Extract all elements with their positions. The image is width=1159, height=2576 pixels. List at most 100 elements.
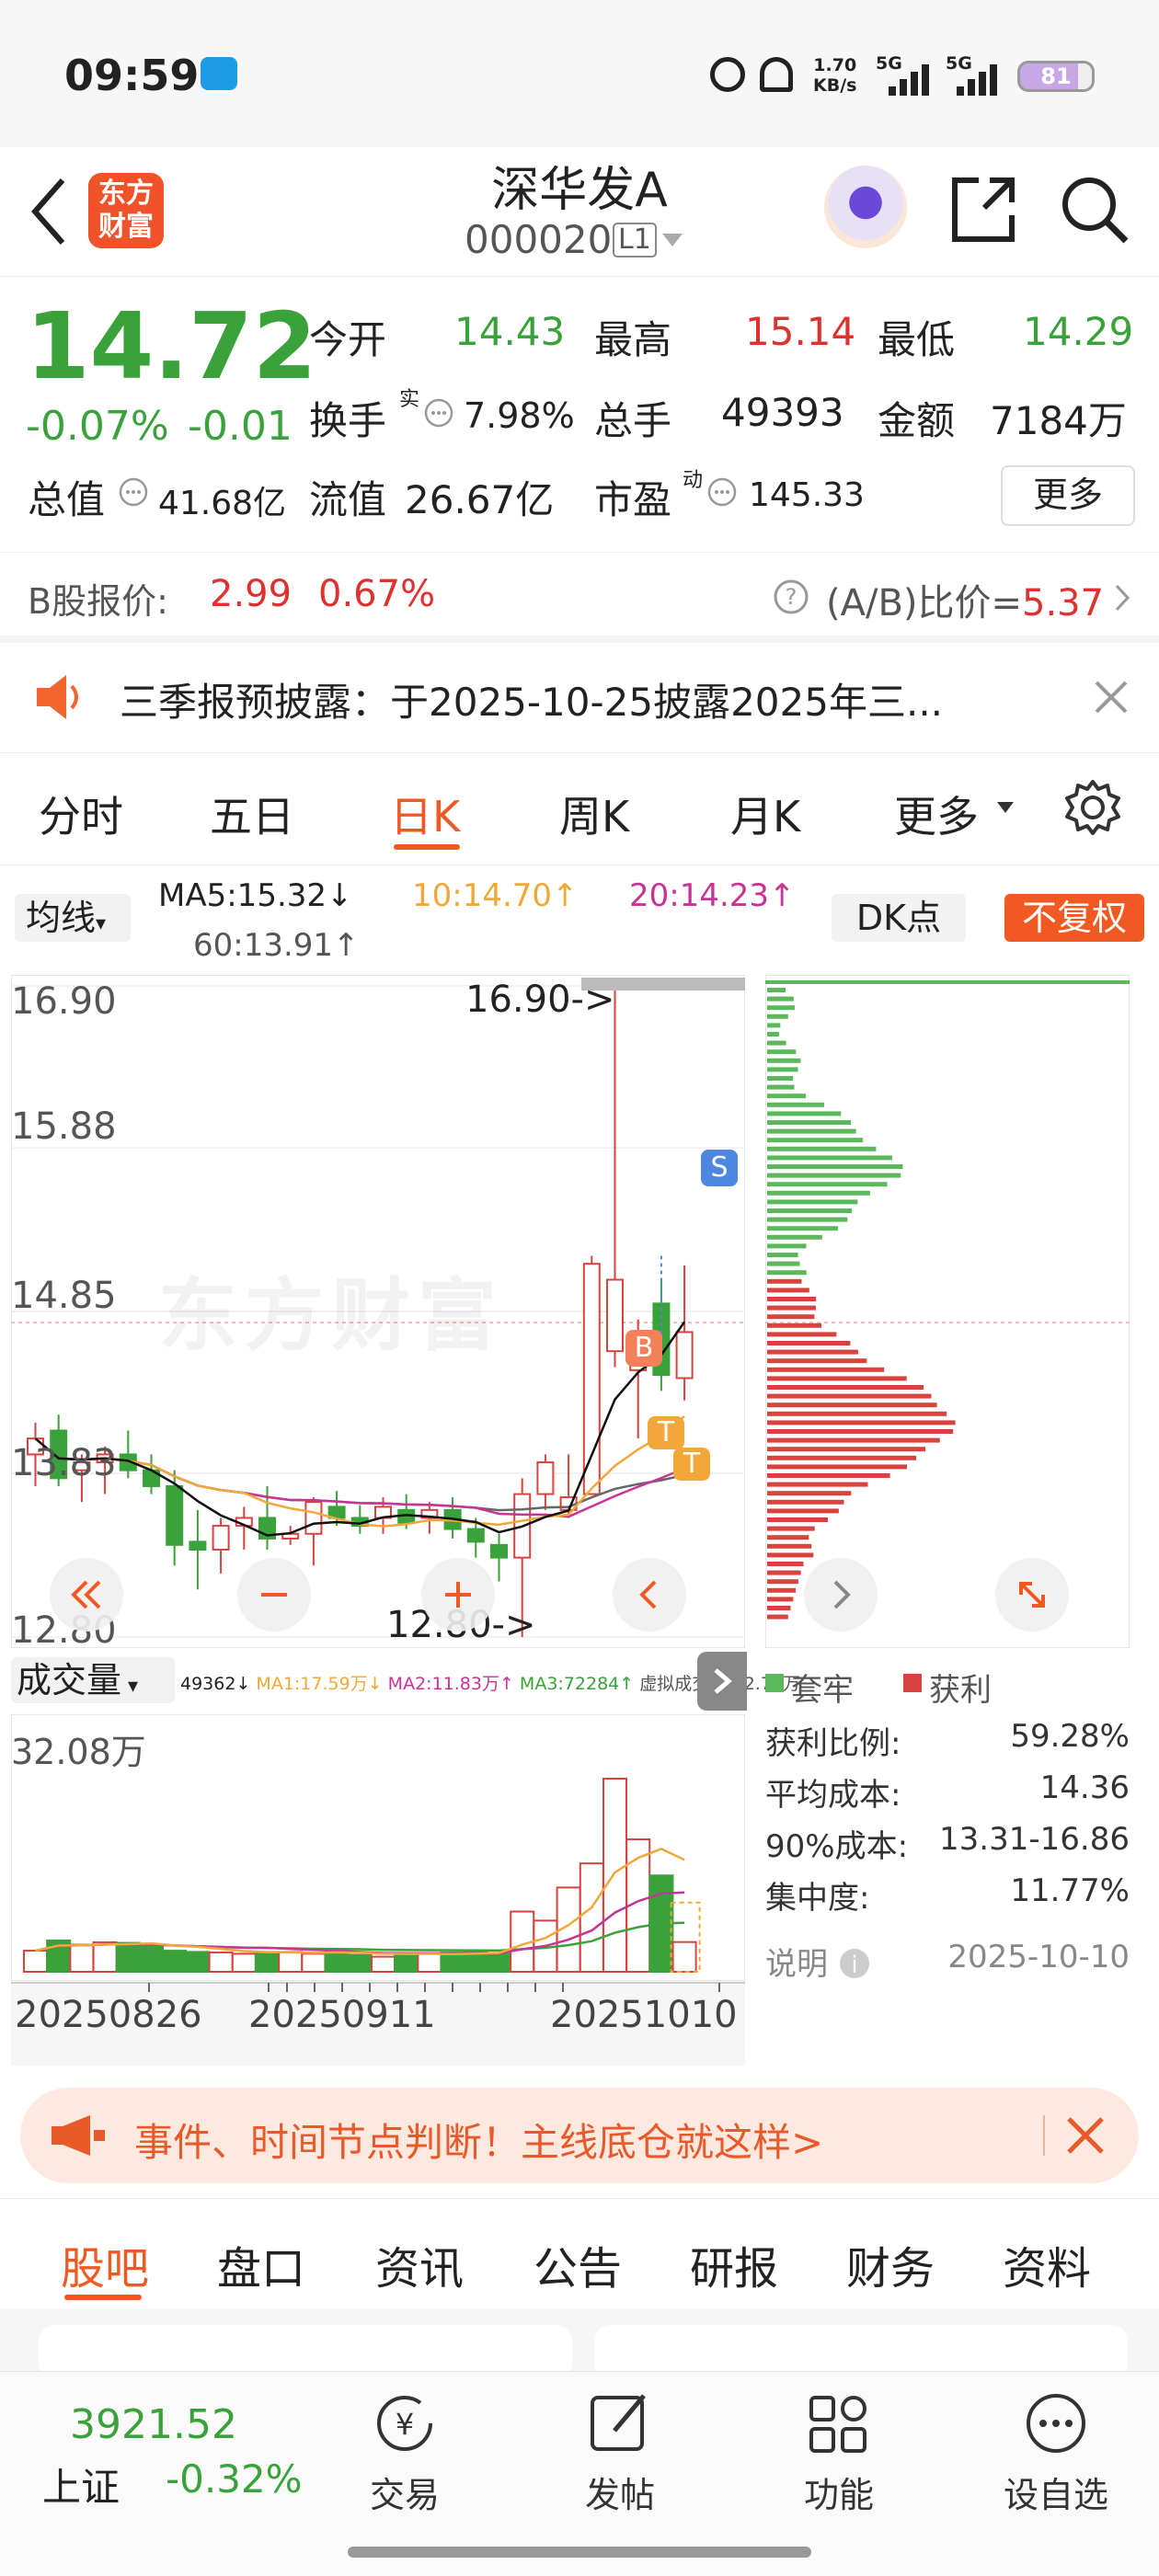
- no-adjust-button[interactable]: 不复权: [1004, 894, 1144, 942]
- tab-announcement[interactable]: 公告: [534, 2232, 622, 2296]
- ma-selector[interactable]: 均线▾: [15, 894, 131, 942]
- index-change[interactable]: -0.32%: [166, 2456, 303, 2502]
- tab-more[interactable]: 更多: [894, 784, 979, 844]
- chip-bar: [767, 1058, 801, 1063]
- volume-bar: [324, 1950, 350, 1974]
- volume-bar: [231, 1952, 257, 1974]
- chip-bar: [767, 1084, 795, 1090]
- info-dots-icon[interactable]: [423, 397, 454, 429]
- caret-down-icon[interactable]: [660, 232, 684, 248]
- vol-value: 49362↓: [180, 1674, 251, 1694]
- chip-expand-button[interactable]: [995, 1558, 1069, 1631]
- caret-down-icon[interactable]: [995, 800, 1016, 815]
- content-tabs: 股吧 盘口 资讯 公告 研报 财务 资料: [0, 2198, 1159, 2309]
- scroll-left-fast-button[interactable]: [50, 1558, 123, 1631]
- tab-finance[interactable]: 财务: [846, 2232, 935, 2296]
- help-icon[interactable]: ?: [773, 578, 809, 615]
- sell-signal-badge[interactable]: S: [701, 1150, 738, 1186]
- y-label-4: 13.83: [11, 1442, 117, 1484]
- tab-monthly-k[interactable]: 月K: [730, 784, 800, 844]
- nav-trade[interactable]: ¥ 交易: [340, 2388, 469, 2517]
- more-button[interactable]: 更多: [1001, 465, 1135, 526]
- nav-trade-label: 交易: [369, 2475, 440, 2515]
- index-value[interactable]: 3921.52: [70, 2401, 237, 2448]
- close-icon[interactable]: [1093, 679, 1130, 716]
- scroll-left-button[interactable]: [613, 1558, 686, 1631]
- indicator-selector[interactable]: 成交量 ▾: [11, 1657, 175, 1703]
- chip-bar: [767, 1543, 812, 1549]
- chip-bar: [767, 1367, 885, 1372]
- tab-daily-k[interactable]: 日K: [390, 784, 460, 844]
- robot-avatar-icon[interactable]: [824, 166, 907, 248]
- tab-five-day[interactable]: 五日: [210, 784, 294, 844]
- chip-legend: 套牢 获利: [765, 1661, 1130, 1709]
- dk-point-button[interactable]: DK点: [832, 894, 966, 942]
- tab-guba[interactable]: 股吧: [61, 2232, 149, 2296]
- gear-icon[interactable]: [1063, 778, 1122, 837]
- y-label-2: 15.88: [11, 1105, 117, 1148]
- t-signal-badge[interactable]: T: [673, 1448, 710, 1481]
- chip-svg: [765, 975, 1130, 1648]
- zoom-in-button[interactable]: [421, 1558, 495, 1631]
- b-share-pct: 0.67%: [318, 573, 436, 615]
- chip-bar: [767, 1199, 858, 1205]
- chip-bar: [767, 1491, 852, 1496]
- tab-weekly-k[interactable]: 周K: [559, 784, 629, 844]
- nav-add-watchlist[interactable]: 设自选: [992, 2388, 1120, 2517]
- chip-bar: [767, 1067, 798, 1072]
- tab-profile[interactable]: 资料: [1003, 2232, 1091, 2296]
- search-icon[interactable]: [1058, 173, 1131, 246]
- chip-bar: [767, 1526, 815, 1531]
- tab-minute[interactable]: 分时: [39, 784, 123, 844]
- chip-note[interactable]: 说明 i: [765, 1939, 871, 1984]
- tab-research[interactable]: 研报: [690, 2232, 778, 2296]
- close-icon[interactable]: [1065, 2115, 1106, 2156]
- chip-bar: [767, 1288, 809, 1293]
- volume-bar: [185, 1951, 211, 1974]
- kline-chart[interactable]: 东方财富 16.90 15.88 14.85 13.83 12.80 16.90…: [11, 975, 745, 1652]
- index-name[interactable]: 上证: [42, 2456, 120, 2513]
- chip-distribution[interactable]: [765, 975, 1130, 1648]
- mute-icon: [760, 57, 793, 92]
- volume-max-label: 32.08万: [11, 1732, 146, 1772]
- candle: [536, 1461, 555, 1495]
- expand-indicator-button[interactable]: [697, 1652, 747, 1711]
- volume-bar: [347, 1953, 373, 1974]
- volume-chart[interactable]: 32.08万: [11, 1714, 745, 1981]
- zoom-out-button[interactable]: [237, 1558, 311, 1631]
- chip-bar: [767, 1102, 825, 1107]
- chevron-left-icon: [639, 1580, 657, 1609]
- volume-bar: [69, 1943, 95, 1973]
- legend-trapped: 套牢: [791, 1672, 854, 1709]
- info-dots-icon[interactable]: [706, 476, 738, 508]
- more-dots-icon: [1027, 2394, 1085, 2453]
- status-time: 09:59: [64, 51, 200, 100]
- promo-banner[interactable]: 事件、时间节点判断！主线底仓就这样>: [20, 2088, 1139, 2183]
- turnover-sup: 实: [399, 388, 420, 411]
- chip-next-button[interactable]: [804, 1558, 878, 1631]
- share-icon[interactable]: [947, 175, 1017, 245]
- promo-divider: [1043, 2115, 1045, 2156]
- volume-bar: [371, 1955, 396, 1974]
- nav-functions[interactable]: 功能: [775, 2388, 903, 2517]
- notice-bar[interactable]: 三季报预披露：于2025-10-25披露2025年三...: [0, 642, 1159, 753]
- tab-pankou[interactable]: 盘口: [217, 2232, 305, 2296]
- profit-ratio-label: 获利比例:: [765, 1725, 901, 1762]
- signal-icon-2: [957, 64, 997, 96]
- nav-post[interactable]: 发帖: [556, 2388, 684, 2517]
- volume-bar: [394, 1952, 419, 1974]
- info-dots-icon[interactable]: [118, 476, 149, 508]
- ab-ratio[interactable]: (A/B)比价=5.37: [826, 573, 1104, 626]
- level-badge[interactable]: L1: [613, 223, 657, 258]
- legend-profit: 获利: [929, 1672, 992, 1709]
- vol-ma3: MA3:72284↑: [519, 1674, 635, 1694]
- t-signal-badge[interactable]: T: [648, 1416, 684, 1449]
- chevron-right-icon[interactable]: [1113, 582, 1131, 613]
- chip-bar: [767, 1023, 781, 1028]
- x-label-start: 20250826: [15, 1994, 202, 2036]
- chip-bar: [767, 1093, 807, 1099]
- ma-bar: 均线▾ MA5:15.32↓ 10:14.70↑ 20:14.23↑ 60:13…: [0, 864, 1159, 973]
- tab-news[interactable]: 资讯: [375, 2232, 464, 2296]
- chip-bar: [767, 1562, 804, 1566]
- buy-signal-badge[interactable]: B: [625, 1330, 662, 1367]
